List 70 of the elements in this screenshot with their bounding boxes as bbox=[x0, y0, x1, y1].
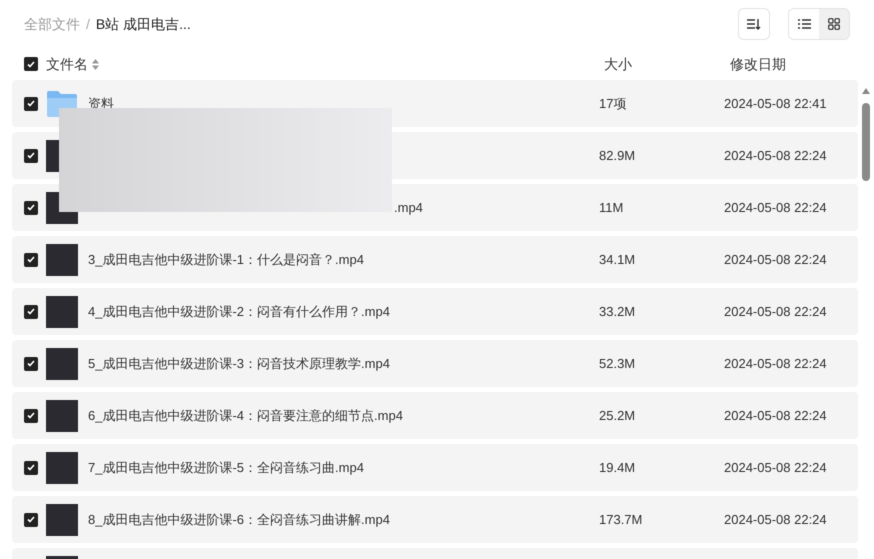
file-size: 19.4M bbox=[599, 458, 636, 477]
modified-date: 2024-05-08 22:24 bbox=[724, 510, 827, 529]
file-size: 173.7M bbox=[599, 510, 644, 529]
file-name: 8_成田电吉他中级进阶课-6：全闷音练习曲讲解.mp4 bbox=[88, 512, 390, 527]
current-folder[interactable]: B站 成田电吉... bbox=[96, 14, 191, 34]
video-thumbnail bbox=[46, 296, 78, 328]
video-thumbnail bbox=[46, 244, 78, 276]
name-column-header[interactable]: 文件名 bbox=[46, 54, 88, 74]
checkbox[interactable] bbox=[24, 304, 38, 318]
file-size: 33.2M bbox=[599, 302, 636, 321]
file-name: 7_成田电吉他中级进阶课-5：全闷音练习曲.mp4 bbox=[88, 460, 364, 475]
video-thumbnail bbox=[46, 504, 78, 536]
grid-icon bbox=[828, 18, 840, 30]
check-icon bbox=[27, 60, 35, 68]
checkbox[interactable] bbox=[24, 252, 38, 266]
modified-date: 2024-05-08 22:24 bbox=[724, 458, 827, 477]
checkbox[interactable] bbox=[24, 148, 38, 162]
modified-date: 2024-05-08 22:24 bbox=[724, 302, 827, 321]
file-size: 25.2M bbox=[599, 406, 636, 425]
check-icon bbox=[27, 100, 35, 107]
file-name: 6_成田电吉他中级进阶课-4：闷音要注意的细节点.mp4 bbox=[88, 408, 403, 423]
check-icon bbox=[27, 308, 35, 315]
checkbox[interactable] bbox=[24, 356, 38, 370]
sort-arrows-icon[interactable] bbox=[92, 58, 99, 70]
checkbox[interactable] bbox=[24, 200, 38, 214]
checkbox[interactable] bbox=[24, 408, 38, 422]
file-name: .mp4 bbox=[394, 200, 423, 215]
modified-date: 2024-05-08 22:24 bbox=[724, 354, 827, 373]
check-icon bbox=[27, 256, 35, 263]
modified-date: 2024-05-08 22:24 bbox=[724, 406, 827, 425]
check-icon bbox=[27, 464, 35, 471]
file-size: 34.1M bbox=[599, 250, 636, 269]
check-icon bbox=[27, 412, 35, 419]
sort-icon bbox=[747, 18, 761, 30]
check-icon bbox=[27, 516, 35, 523]
file-row[interactable]: 8_成田电吉他中级进阶课-6：全闷音练习曲讲解.mp4 173.7M 2024-05-08 22:24 bbox=[12, 496, 858, 543]
checkbox[interactable] bbox=[24, 57, 38, 71]
file-size: 52.3M bbox=[599, 354, 636, 373]
file-size: 82.9M bbox=[599, 146, 636, 165]
modified-date: 2024-05-08 22:24 bbox=[724, 250, 827, 269]
check-icon bbox=[27, 152, 35, 159]
modified-date: 2024-05-08 22:41 bbox=[724, 94, 827, 113]
size-column-header[interactable]: 大小 bbox=[604, 54, 730, 74]
checkbox[interactable] bbox=[24, 96, 38, 110]
checkbox[interactable] bbox=[24, 512, 38, 526]
breadcrumb-separator: / bbox=[86, 14, 90, 34]
file-row[interactable]: 7_成田电吉他中级进阶课-5：全闷音练习曲.mp4 19.4M 2024-05-08 22:24 bbox=[12, 444, 858, 491]
file-name: 4_成田电吉他中级进阶课-2：闷音有什么作用？.mp4 bbox=[88, 304, 390, 319]
file-row[interactable]: 5_成田电吉他中级进阶课-3：闷音技术原理教学.mp4 52.3M 2024-05-08 22:24 bbox=[12, 340, 858, 387]
video-thumbnail bbox=[46, 452, 78, 484]
date-column-header[interactable]: 修改日期 bbox=[730, 54, 786, 74]
scroll-up-icon[interactable] bbox=[862, 88, 870, 94]
file-size: 11M bbox=[599, 198, 624, 217]
list-icon bbox=[798, 19, 810, 29]
grid-view-button[interactable] bbox=[819, 9, 849, 39]
sort-button[interactable] bbox=[738, 8, 770, 40]
check-icon bbox=[27, 204, 35, 211]
file-name: 5_成田电吉他中级进阶课-3：闷音技术原理教学.mp4 bbox=[88, 356, 390, 371]
modified-date: 2024-05-08 22:24 bbox=[724, 198, 827, 217]
file-row[interactable]: 4_成田电吉他中级进阶课-2：闷音有什么作用？.mp4 33.2M 2024-05-08 22:24 bbox=[12, 288, 858, 335]
video-thumbnail bbox=[46, 348, 78, 380]
checkbox[interactable] bbox=[24, 460, 38, 474]
file-row[interactable]: 3_成田电吉他中级进阶课-1：什么是闷音？.mp4 34.1M 2024-05-08 22:24 bbox=[12, 236, 858, 283]
modified-date: 2024-05-08 22:24 bbox=[724, 146, 827, 165]
file-size: 17项 bbox=[599, 94, 628, 113]
check-icon bbox=[27, 360, 35, 367]
file-name: 3_成田电吉他中级进阶课-1：什么是闷音？.mp4 bbox=[88, 252, 364, 267]
file-row[interactable]: 6_成田电吉他中级进阶课-4：闷音要注意的细节点.mp4 25.2M 2024-05-08 22:24 bbox=[12, 392, 858, 439]
scrollbar-thumb[interactable] bbox=[862, 103, 870, 181]
video-thumbnail bbox=[46, 400, 78, 432]
